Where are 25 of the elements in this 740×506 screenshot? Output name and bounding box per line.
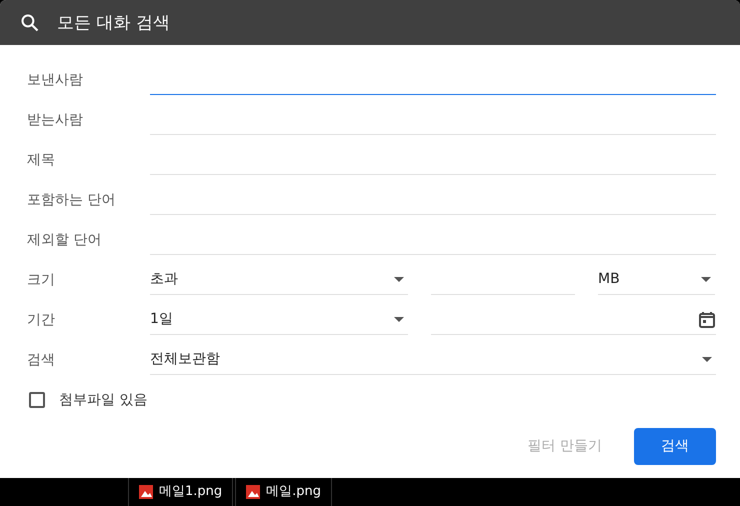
caret-icon [701,277,711,282]
dropdown[interactable]: MB [598,265,715,295]
field-label: 크기 [27,270,56,290]
checkbox-label: 첨부파일 있음 [59,390,148,410]
field-label: 제목 [27,150,56,170]
dropdown[interactable]: 1일 [150,305,408,335]
field-label: 포함하는 단어 [27,190,116,210]
calendar-icon[interactable] [698,310,716,328]
field-label: 검색 [27,350,56,370]
field-label: 받는사람 [27,110,84,130]
search-icon[interactable] [20,12,40,32]
field-label: 보낸사람 [27,70,84,90]
field-label: 기간 [27,310,56,330]
checkbox[interactable] [29,392,45,408]
caret-icon [702,357,712,362]
attachment-chip[interactable]: 메일1.png [128,478,234,506]
field-label: 제외할 단어 [27,230,102,250]
image-file-icon [246,485,260,499]
attachment-chip[interactable]: 메일.png [235,478,332,506]
search-button[interactable]: 검색 [634,428,716,465]
dropdown[interactable]: 전체보관함 [150,345,716,375]
dropdown[interactable]: 초과 [150,265,408,295]
image-file-icon [139,485,153,499]
caret-icon [394,317,404,322]
caret-icon [394,277,404,282]
